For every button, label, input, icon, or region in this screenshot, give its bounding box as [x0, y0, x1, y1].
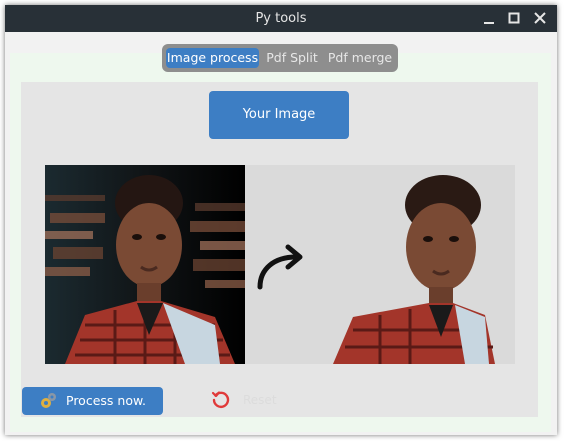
- gears-icon: [39, 392, 57, 410]
- reset-icon[interactable]: [211, 390, 231, 410]
- tab-image-process[interactable]: Image process: [166, 48, 259, 68]
- tab-bar: Image process Pdf Split Pdf merge: [162, 44, 398, 72]
- minimize-icon[interactable]: [482, 11, 496, 25]
- close-icon[interactable]: [533, 11, 547, 25]
- original-image: [45, 165, 245, 364]
- your-image-button[interactable]: Your Image: [209, 91, 349, 139]
- tab-pdf-split[interactable]: Pdf Split: [262, 48, 322, 68]
- reset-label[interactable]: Reset: [243, 393, 277, 407]
- process-now-button[interactable]: Process now.: [22, 387, 163, 415]
- title-bar: Py tools: [5, 5, 557, 32]
- app-window: Py tools Image process Pdf Split Pdf mer…: [5, 5, 557, 435]
- maximize-icon[interactable]: [507, 11, 521, 25]
- window-title: Py tools: [255, 11, 307, 26]
- curved-arrow-icon: [252, 241, 308, 293]
- tab-pdf-merge[interactable]: Pdf merge: [326, 48, 394, 68]
- process-now-label: Process now.: [66, 393, 147, 408]
